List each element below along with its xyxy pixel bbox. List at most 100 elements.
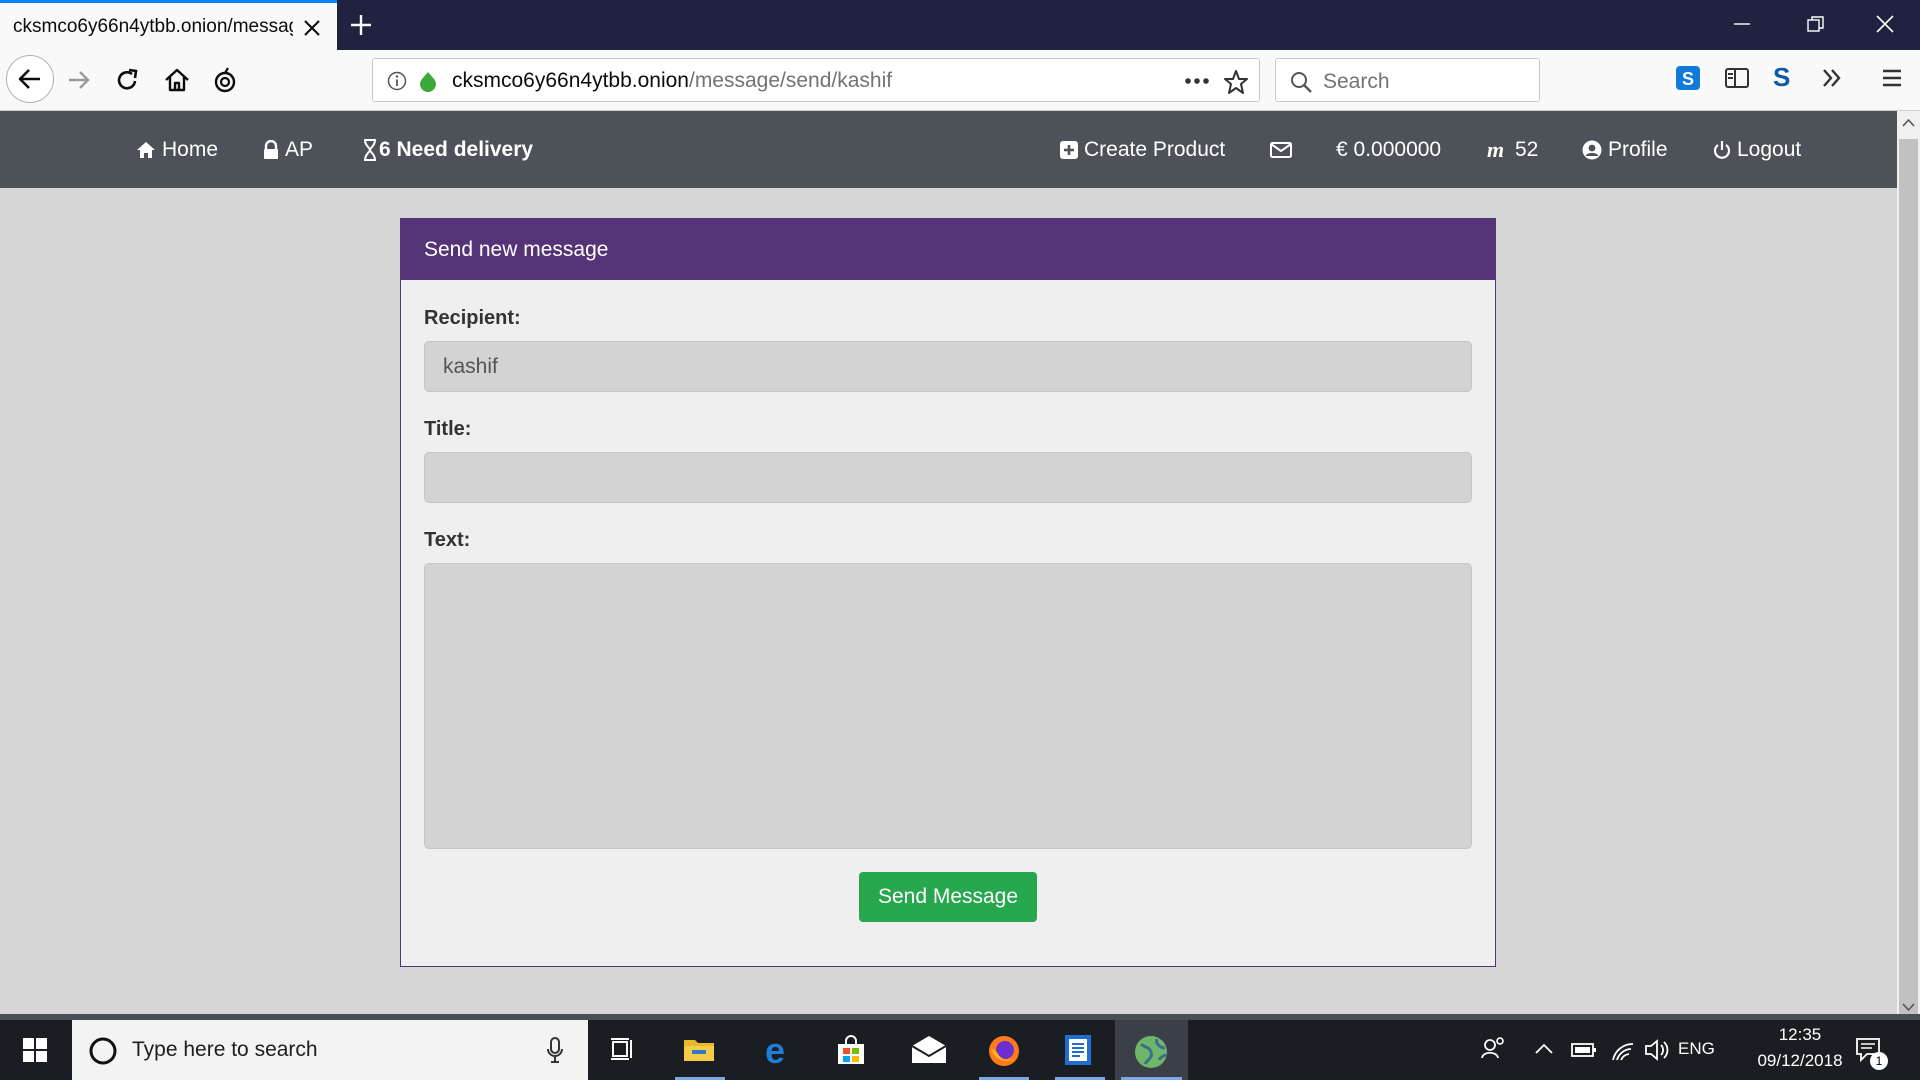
url-text: cksmco6y66n4ytbb.onion/message/send/kash… bbox=[452, 69, 892, 93]
taskbar-edge[interactable]: e bbox=[745, 1020, 807, 1080]
browser-toolbar: cksmco6y66n4ytbb.onion/message/send/kash… bbox=[0, 50, 1920, 111]
hamburger-menu-icon[interactable] bbox=[1880, 66, 1904, 90]
url-path: /message/send/kashif bbox=[688, 69, 893, 92]
page-scrollbar[interactable] bbox=[1897, 111, 1920, 1019]
task-view-button[interactable] bbox=[593, 1020, 655, 1080]
url-domain: cksmco6y66n4ytbb.onion bbox=[452, 69, 689, 92]
nav-profile[interactable]: Profile bbox=[1582, 111, 1668, 188]
language-indicator[interactable]: ENG bbox=[1678, 1039, 1715, 1059]
title-label: Title: bbox=[424, 418, 472, 440]
bookmark-star-icon[interactable] bbox=[1223, 69, 1249, 95]
info-icon[interactable] bbox=[387, 71, 407, 91]
chevron-up-icon[interactable] bbox=[1533, 1020, 1555, 1080]
browser-tab-bar: cksmco6y66n4ytbb.onion/message/send/kash… bbox=[0, 0, 1920, 50]
nav-create-product[interactable]: Create Product bbox=[1060, 111, 1225, 188]
nav-need-delivery-label: 6 Need delivery bbox=[379, 137, 534, 161]
back-button[interactable] bbox=[6, 55, 54, 103]
home-icon[interactable] bbox=[163, 66, 191, 94]
firefox-icon bbox=[989, 1036, 1019, 1066]
scroll-up-icon[interactable] bbox=[1902, 117, 1915, 129]
send-message-button[interactable]: Send Message bbox=[859, 872, 1037, 922]
nav-profile-label: Profile bbox=[1608, 137, 1668, 161]
taskbar-tor-browser[interactable] bbox=[1115, 1020, 1188, 1080]
mail-icon bbox=[911, 1036, 947, 1063]
message-text-area[interactable] bbox=[424, 563, 1472, 849]
clock-time[interactable]: 12:35 bbox=[1760, 1025, 1840, 1045]
s-addon-icon[interactable]: S bbox=[1773, 62, 1790, 93]
onion-secure-icon bbox=[420, 72, 436, 92]
title-field[interactable] bbox=[424, 452, 1472, 503]
nav-need-delivery[interactable]: 6 Need delivery bbox=[363, 111, 533, 188]
nav-m-count-label: 52 bbox=[1515, 137, 1539, 161]
search-bar[interactable]: Search bbox=[1275, 58, 1540, 102]
tor-onion-icon[interactable] bbox=[211, 66, 239, 94]
plus-square-icon bbox=[1060, 140, 1078, 159]
nav-logout-label: Logout bbox=[1737, 137, 1802, 161]
clock-date[interactable]: 09/12/2018 bbox=[1733, 1051, 1867, 1071]
new-tab-icon[interactable] bbox=[348, 12, 374, 38]
search-placeholder: Search bbox=[1323, 70, 1390, 93]
taskbar-document[interactable] bbox=[1049, 1020, 1111, 1080]
globe-icon bbox=[1135, 1036, 1168, 1068]
recipient-field[interactable]: kashif bbox=[424, 341, 1472, 392]
user-circle-icon bbox=[1582, 140, 1602, 159]
nav-m-count[interactable]: m 52 bbox=[1487, 111, 1538, 188]
store-bag-icon bbox=[838, 1035, 864, 1064]
windows-taskbar: Type here to search e ENG 12:35 09/12/20… bbox=[0, 1020, 1920, 1080]
site-navbar: Home AP 6 Need delivery Create Product €… bbox=[0, 111, 1897, 188]
lock-icon bbox=[264, 139, 278, 159]
scrollbar-thumb[interactable] bbox=[1899, 139, 1918, 1019]
people-icon[interactable] bbox=[1480, 1020, 1506, 1080]
nav-ap[interactable]: AP bbox=[263, 111, 313, 188]
text-label: Text: bbox=[424, 529, 471, 551]
forward-icon[interactable] bbox=[66, 67, 92, 93]
skype-icon[interactable]: S bbox=[1675, 65, 1701, 91]
browser-tab[interactable]: cksmco6y66n4ytbb.onion/message/send/kash… bbox=[0, 0, 337, 50]
edge-icon: e bbox=[765, 1034, 785, 1066]
minimize-icon[interactable] bbox=[1730, 12, 1754, 36]
nav-home-label: Home bbox=[162, 137, 219, 161]
cortana-icon bbox=[89, 1037, 117, 1065]
home-icon bbox=[137, 141, 155, 158]
microphone-icon[interactable] bbox=[547, 1037, 563, 1063]
tab-title: cksmco6y66n4ytbb.onion/message/send/kash… bbox=[13, 16, 293, 37]
volume-icon[interactable] bbox=[1643, 1020, 1671, 1080]
card-header: Send new message bbox=[401, 219, 1495, 280]
taskbar-firefox[interactable] bbox=[973, 1020, 1035, 1080]
taskbar-search-placeholder: Type here to search bbox=[132, 1038, 318, 1061]
taskbar-store[interactable] bbox=[821, 1020, 883, 1080]
nav-messages[interactable] bbox=[1270, 111, 1298, 188]
nav-home[interactable]: Home bbox=[136, 111, 218, 188]
taskbar-search-box[interactable]: Type here to search bbox=[72, 1020, 588, 1080]
sidebar-icon[interactable] bbox=[1724, 66, 1750, 90]
close-tab-icon[interactable] bbox=[300, 16, 324, 40]
nav-create-product-label: Create Product bbox=[1084, 137, 1226, 161]
document-icon bbox=[1065, 1035, 1091, 1065]
notification-count-badge: 1 bbox=[1870, 1052, 1888, 1070]
nav-balance[interactable]: € 0.000000 bbox=[1336, 111, 1441, 188]
nav-ap-label: AP bbox=[285, 137, 314, 161]
window-close-icon[interactable] bbox=[1873, 12, 1897, 36]
task-view-icon bbox=[611, 1038, 632, 1060]
page-actions-icon[interactable] bbox=[1183, 71, 1213, 91]
power-icon bbox=[1713, 140, 1731, 159]
overflow-chevron-icon[interactable] bbox=[1820, 66, 1844, 90]
start-button[interactable] bbox=[0, 1020, 72, 1080]
battery-icon[interactable] bbox=[1570, 1020, 1598, 1080]
nav-balance-label: € 0.000000 bbox=[1336, 137, 1442, 161]
envelope-icon bbox=[1270, 141, 1292, 158]
windows-logo-icon bbox=[23, 1038, 47, 1062]
svg-text:e: e bbox=[765, 1034, 785, 1066]
monero-m-icon: m bbox=[1487, 142, 1504, 158]
restore-icon[interactable] bbox=[1804, 12, 1828, 36]
scroll-down-icon[interactable] bbox=[1902, 1001, 1915, 1013]
address-bar[interactable]: cksmco6y66n4ytbb.onion/message/send/kash… bbox=[372, 58, 1260, 102]
taskbar-file-explorer[interactable] bbox=[669, 1020, 731, 1080]
nav-logout[interactable]: Logout bbox=[1713, 111, 1801, 188]
card-title: Send new message bbox=[424, 238, 609, 261]
taskbar-mail[interactable] bbox=[897, 1020, 959, 1080]
wifi-icon[interactable] bbox=[1610, 1020, 1636, 1080]
reload-icon[interactable] bbox=[115, 67, 141, 93]
hourglass-icon bbox=[364, 138, 376, 161]
recipient-label: Recipient: bbox=[424, 307, 521, 329]
